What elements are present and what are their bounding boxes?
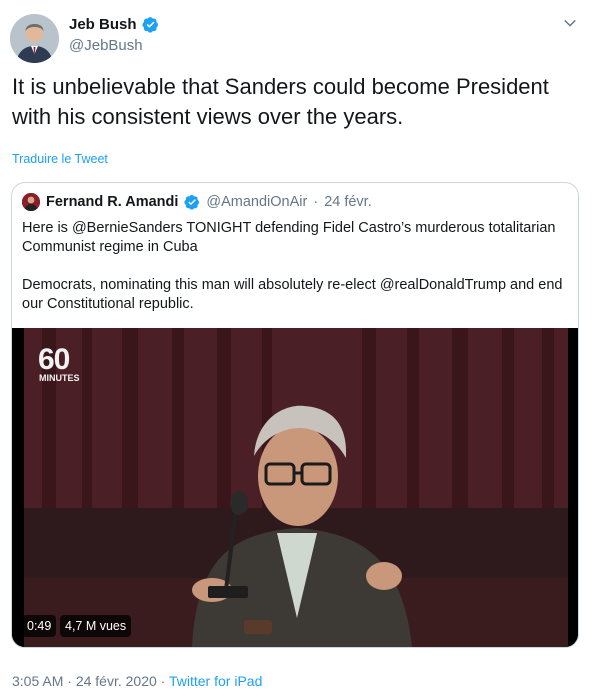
chevron-down-icon[interactable] <box>561 14 579 32</box>
author-handle[interactable]: @JebBush <box>69 37 143 54</box>
quoted-author-avatar[interactable] <box>22 193 40 211</box>
meta-separator: · <box>67 673 72 689</box>
tweet-date[interactable]: 24 févr. 2020 <box>76 673 157 689</box>
quoted-paragraph: Here is @BernieSanders TONIGHT defending… <box>22 220 556 255</box>
quoted-text: Here is @BernieSanders TONIGHT defending… <box>22 219 567 333</box>
tweet-text: It is unbelievable that Sanders could be… <box>12 74 549 129</box>
meta-separator: · <box>160 673 166 689</box>
video-player[interactable]: 60 MINUTES 0:49 4,7 M vues <box>12 328 578 647</box>
video-views: 4,7 M vues <box>60 615 132 637</box>
program-logo-word: MINUTES <box>39 373 80 383</box>
tweet-time[interactable]: 3:05 AM <box>12 673 63 689</box>
quoted-date[interactable]: 24 févr. <box>324 194 372 210</box>
tweet-source[interactable]: Twitter for iPad <box>169 673 262 689</box>
quoted-separator: · <box>313 194 319 210</box>
tweet-meta: 3:05 AM · 24 févr. 2020 · Twitter for iP… <box>12 673 262 689</box>
quoted-tweet[interactable]: Fernand R. Amandi @AmandiOnAir · 24 févr… <box>11 182 579 648</box>
translate-tweet-link[interactable]: Traduire le Tweet <box>12 152 108 166</box>
author-name[interactable]: Jeb Bush <box>69 16 137 33</box>
video-duration: 0:49 <box>22 615 57 637</box>
video-frame <box>12 328 578 647</box>
program-logo-number: 60 <box>38 343 70 376</box>
quoted-author-name[interactable]: Fernand R. Amandi <box>46 194 178 210</box>
verified-icon <box>141 17 158 33</box>
verified-icon <box>184 195 200 210</box>
quoted-paragraph: Democrats, nominating this man will abso… <box>22 277 563 312</box>
quoted-author-handle[interactable]: @AmandiOnAir <box>206 194 307 210</box>
author-avatar[interactable] <box>10 14 59 63</box>
